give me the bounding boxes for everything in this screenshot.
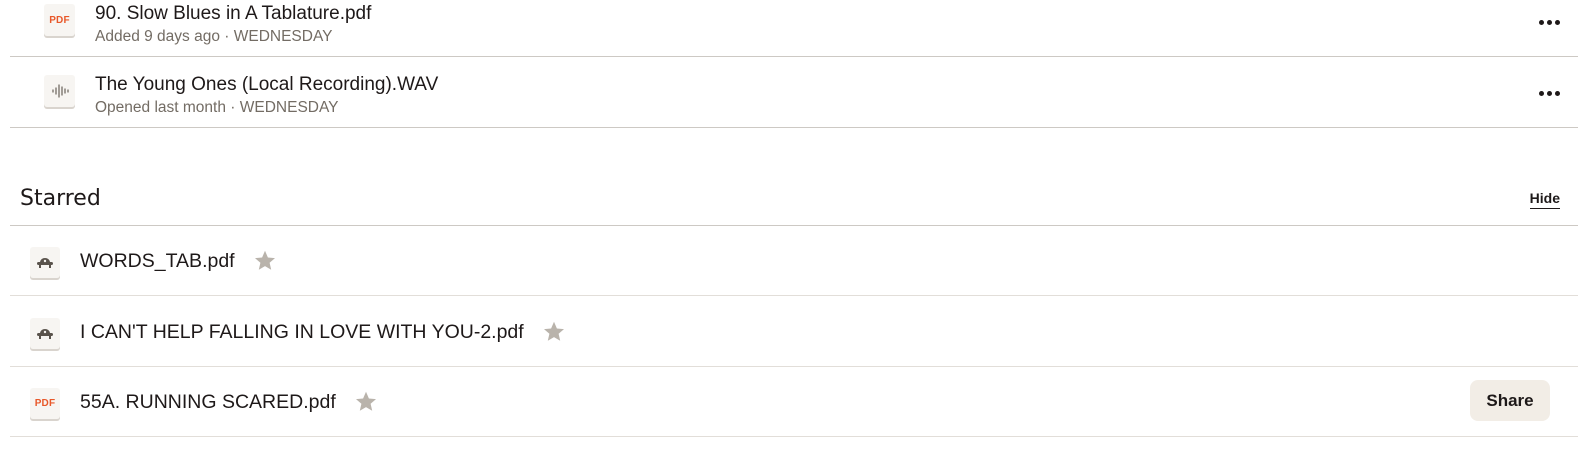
tabs-app-icon: [30, 247, 60, 278]
dot: [1554, 90, 1560, 96]
car-icon: [37, 328, 53, 339]
star-icon[interactable]: [253, 249, 277, 273]
starred-file-row[interactable]: I CAN'T HELP FALLING IN LOVE WITH YOU-2.…: [10, 297, 1578, 367]
file-name[interactable]: I CAN'T HELP FALLING IN LOVE WITH YOU-2.…: [80, 321, 524, 344]
file-title[interactable]: 90. Slow Blues in A Tablature.pdf: [95, 3, 371, 25]
file-meta: Opened last month · WEDNESDAY: [95, 99, 339, 116]
car-icon: [37, 257, 53, 268]
file-name-group: WORDS_TAB.pdf: [80, 249, 277, 273]
starred-file-row[interactable]: PDF 55A. RUNNING SCARED.pdf Share: [10, 367, 1578, 437]
file-name-group: 55A. RUNNING SCARED.pdf: [80, 390, 378, 414]
file-name-group: I CAN'T HELP FALLING IN LOVE WITH YOU-2.…: [80, 320, 566, 344]
file-title[interactable]: The Young Ones (Local Recording).WAV: [95, 74, 438, 96]
more-options-button[interactable]: [1536, 12, 1562, 32]
pdf-label: PDF: [49, 14, 70, 26]
tabs-app-icon: [30, 318, 60, 349]
pdf-file-icon: PDF: [44, 4, 75, 36]
pdf-file-icon: PDF: [30, 388, 60, 419]
star-icon[interactable]: [542, 320, 566, 344]
dot: [1546, 90, 1552, 96]
dot: [1554, 19, 1560, 25]
file-browser: PDF 90. Slow Blues in A Tablature.pdf Ad…: [0, 0, 1578, 470]
more-options-button[interactable]: [1536, 83, 1562, 103]
pdf-label: PDF: [34, 398, 56, 409]
section-title: Starred: [20, 186, 101, 211]
share-button[interactable]: Share: [1470, 380, 1550, 421]
dot: [1546, 19, 1552, 25]
star-icon[interactable]: [354, 390, 378, 414]
starred-file-row[interactable]: WORDS_TAB.pdf: [10, 226, 1578, 296]
file-meta: Added 9 days ago · WEDNESDAY: [95, 28, 333, 45]
file-name[interactable]: WORDS_TAB.pdf: [80, 250, 235, 273]
dot: [1538, 19, 1544, 25]
dot: [1538, 90, 1544, 96]
audio-file-icon: [44, 75, 75, 107]
hide-button[interactable]: Hide: [1529, 190, 1560, 209]
recent-file-row[interactable]: The Young Ones (Local Recording).WAV Ope…: [10, 57, 1578, 128]
waveform-icon: [51, 84, 69, 98]
file-name[interactable]: 55A. RUNNING SCARED.pdf: [80, 391, 336, 414]
recent-file-row[interactable]: PDF 90. Slow Blues in A Tablature.pdf Ad…: [10, 0, 1578, 57]
